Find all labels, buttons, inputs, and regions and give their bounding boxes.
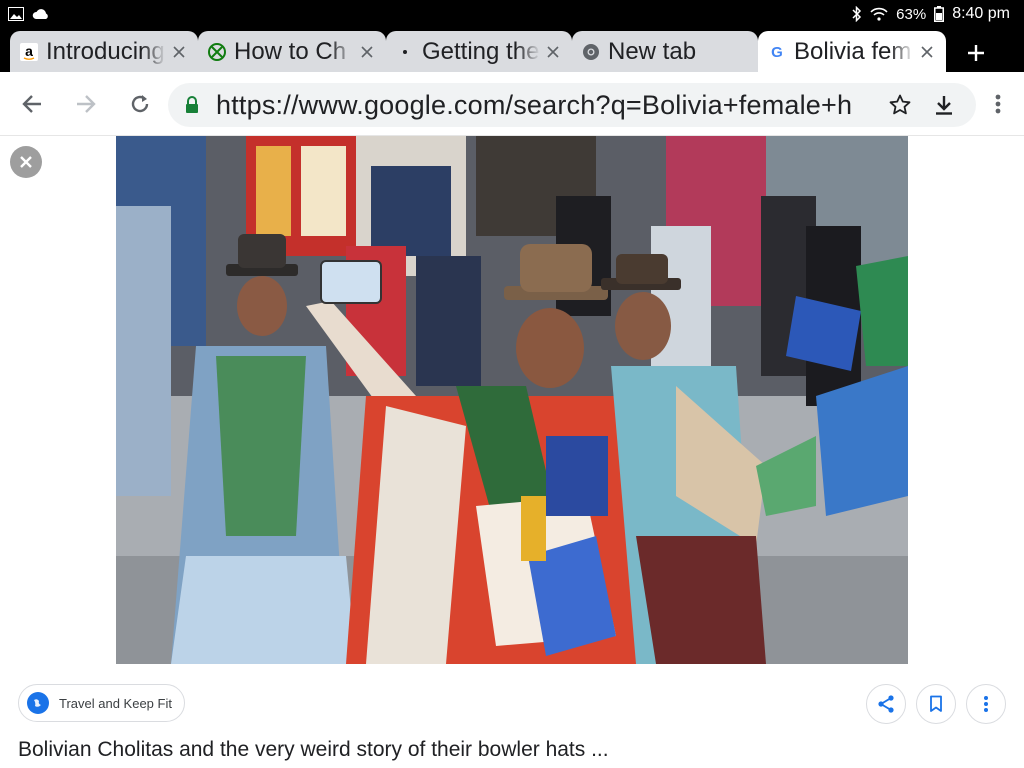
result-photo[interactable]: [116, 136, 908, 664]
tab-title: New tab: [608, 37, 697, 65]
result-title[interactable]: Bolivian Cholitas and the very weird sto…: [18, 738, 609, 762]
share-button[interactable]: [866, 684, 906, 724]
source-chip[interactable]: Travel and Keep Fit: [18, 684, 185, 722]
new-tab-button[interactable]: [958, 36, 994, 70]
tab-getting-the[interactable]: Getting the: [386, 31, 572, 72]
lock-icon: [182, 95, 202, 115]
address-bar[interactable]: https://www.google.com/search?q=Bolivia+…: [168, 83, 976, 127]
tab-strip: a Introducing How to Ch Getting the New …: [0, 28, 1024, 72]
gallery-notification-icon: [8, 7, 24, 21]
tab-new-tab[interactable]: New tab: [572, 31, 758, 72]
source-name: Travel and Keep Fit: [59, 695, 172, 711]
cloud-notification-icon: [32, 8, 50, 20]
close-tab-icon[interactable]: [544, 43, 562, 61]
close-viewer-button[interactable]: [10, 146, 42, 178]
globe-icon: [27, 692, 49, 714]
bookmark-icon: [930, 695, 942, 712]
bookmark-star-button[interactable]: [884, 89, 916, 121]
status-bar: 63% 8:40 pm: [0, 0, 1024, 28]
close-tab-icon[interactable]: [358, 43, 376, 61]
forward-button[interactable]: [70, 88, 102, 120]
back-button[interactable]: [16, 88, 48, 120]
battery-icon: [934, 6, 945, 22]
toolbar: https://www.google.com/search?q=Bolivia+…: [0, 72, 1024, 136]
arrow-left-icon: [22, 95, 41, 113]
refresh-icon: [131, 95, 149, 113]
close-icon: [20, 156, 32, 168]
wifi-icon: [870, 7, 888, 21]
tab-title: Bolivia fem: [794, 37, 912, 65]
close-tab-icon[interactable]: [170, 43, 188, 61]
tab-title: Introducing: [46, 37, 165, 65]
amazon-a-icon: a: [20, 42, 38, 61]
star-outline-icon: [889, 94, 911, 115]
save-button[interactable]: [916, 684, 956, 724]
url-text[interactable]: https://www.google.com/search?q=Bolivia+…: [216, 90, 876, 121]
image-viewer: Travel and Keep Fit Bolivian Cholitas an…: [0, 136, 1024, 768]
tab-title: Getting the: [422, 37, 540, 65]
download-button[interactable]: [928, 89, 960, 121]
arrow-right-icon: [77, 95, 96, 113]
reload-button[interactable]: [124, 88, 156, 120]
more-options-button[interactable]: [966, 684, 1006, 724]
battery-percentage: 63%: [896, 5, 927, 23]
clock: 8:40 pm: [952, 5, 1010, 22]
chrome-icon: [582, 43, 600, 61]
svg-text:a: a: [25, 43, 33, 59]
more-vert-icon: [984, 696, 988, 712]
tab-title: How to Ch: [234, 37, 347, 65]
xbox-icon: [208, 42, 226, 61]
street-scene-image: [116, 136, 908, 664]
google-g-icon: G: [768, 43, 786, 61]
tab-bolivia-female[interactable]: G Bolivia fem: [758, 31, 946, 72]
tab-how-to[interactable]: How to Ch: [198, 31, 386, 72]
tab-introducing[interactable]: a Introducing: [10, 31, 198, 72]
bluetooth-icon: [852, 6, 862, 22]
share-icon: [878, 695, 894, 713]
dot-icon: [396, 43, 414, 61]
plus-icon: [968, 45, 984, 61]
menu-button[interactable]: [982, 88, 1014, 120]
download-icon: [936, 96, 952, 115]
close-tab-icon[interactable]: [918, 43, 936, 61]
svg-text:G: G: [771, 44, 783, 61]
more-vert-icon: [995, 94, 1001, 114]
